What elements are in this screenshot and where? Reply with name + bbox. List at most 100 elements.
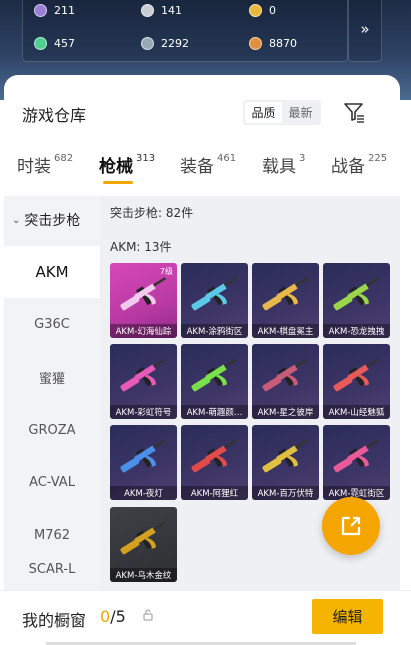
active-tab-indicator [103, 181, 133, 184]
purple-crystal-icon [34, 3, 47, 17]
rifle-icon [191, 358, 238, 392]
currency-value: 0 [269, 3, 276, 17]
weapon-skin-card[interactable]: AKM-阿狸红 [181, 425, 248, 500]
rifle-icon [120, 358, 167, 392]
tab-label: 枪械 [99, 157, 133, 177]
weapon-skin-card[interactable]: AKM-山经魅狐 [323, 344, 390, 419]
chevron-down-icon: ⌄ [12, 214, 21, 226]
currency-stat: 141 [141, 0, 182, 20]
weapon-skin-card[interactable]: AKM-乌木金纹 [110, 507, 177, 582]
rifle-icon [262, 439, 309, 473]
lock-icon [143, 609, 153, 621]
currency-stat: 0 [249, 0, 276, 20]
weapon-skin-card[interactable]: AKM-棋盘冕主 [252, 263, 319, 338]
level-badge: 7级 [159, 267, 173, 276]
category-tabs: 时装 682 枪械 313 装备 461 载具 3 战备 225 [0, 152, 411, 182]
weapon-skin-card[interactable]: AKM-星之彼岸 [252, 344, 319, 419]
rifle-icon [120, 439, 167, 473]
page-title: 游戏仓库 [22, 106, 87, 125]
currency-stat: 211 [34, 0, 75, 20]
app-root: { "top_stats": [ {"icon": "purple-crysta… [0, 0, 411, 645]
rifle-icon [120, 521, 167, 555]
tab-count: 682 [54, 153, 74, 164]
tab-label: 时装 [17, 157, 51, 177]
expand-currency-button[interactable]: » [348, 0, 382, 62]
tab-count: 3 [299, 153, 306, 164]
currency-value: 8870 [269, 36, 297, 50]
rifle-icon [262, 277, 309, 311]
sidebar-item-ac-val[interactable]: AC-VAL [4, 457, 100, 509]
sort-toggle: 品质 最新 [243, 100, 321, 125]
tab-vehicles[interactable]: 载具 3 [262, 152, 305, 177]
sidebar-item-g36c[interactable]: G36C [4, 299, 100, 351]
share-button[interactable] [322, 497, 380, 555]
gold-coin-icon [249, 3, 262, 17]
skin-name: AKM-星之彼岸 [252, 405, 319, 419]
skin-name: AKM-恐龙拽拽 [323, 324, 390, 338]
tab-label: 战备 [331, 157, 365, 177]
weapon-skin-card[interactable]: AKM-夜灯 [110, 425, 177, 500]
silver-coin-icon [141, 3, 154, 17]
group-count: AKM: 13件 [110, 240, 172, 254]
weapon-skin-card[interactable]: AKM-恐龙拽拽 [323, 263, 390, 338]
currency-value: 2292 [161, 36, 189, 50]
tab-count: 225 [368, 153, 388, 164]
sort-quality-option[interactable]: 品质 [245, 102, 282, 123]
filter-icon[interactable] [343, 101, 365, 123]
sidebar-category-label: 突击步枪 [24, 213, 81, 229]
showcase-count: 0/5 [100, 607, 126, 626]
skin-name: AKM-夜灯 [110, 486, 177, 500]
rifle-icon [262, 358, 309, 392]
category-count: 突击步枪: 82件 [110, 206, 194, 220]
skin-name: AKM-棋盘冕主 [252, 324, 319, 338]
skin-name: AKM-阿狸红 [181, 486, 248, 500]
bp-coin-icon [141, 36, 154, 50]
weapon-skin-card[interactable]: AKM-霓虹街区 [323, 425, 390, 500]
sidebar-item-m762[interactable]: M762 [4, 510, 100, 562]
share-export-icon [341, 516, 361, 536]
sidebar-item-scar-l[interactable]: SCAR-L [4, 562, 100, 576]
skin-name: AKM-涂鸦街区 [181, 324, 248, 338]
currency-value: 457 [54, 36, 75, 50]
rifle-icon [120, 277, 167, 311]
currency-value: 211 [54, 3, 75, 17]
currency-stat: 457 [34, 33, 75, 53]
uc-coin-icon [249, 36, 262, 50]
weapon-skin-card[interactable]: 7级 AKM-幻海仙踪 [110, 263, 177, 338]
sidebar-item-groza[interactable]: GROZA [4, 404, 100, 456]
sort-newest-option[interactable]: 最新 [282, 102, 319, 123]
green-gem-icon [34, 36, 47, 50]
tab-guns[interactable]: 枪械 313 [99, 152, 155, 177]
edit-button[interactable]: 编辑 [312, 599, 383, 634]
tab-label: 装备 [180, 157, 214, 177]
weapon-skin-card[interactable]: AKM-涂鸦街区 [181, 263, 248, 338]
skin-name: AKM-幻海仙踪 [110, 324, 177, 338]
tab-count: 461 [217, 153, 237, 164]
sidebar-item-akm[interactable]: AKM [4, 246, 100, 298]
weapon-skin-card[interactable]: AKM-萌趣颜… [181, 344, 248, 419]
currency-value: 141 [161, 3, 182, 17]
weapon-skin-card[interactable]: AKM-彩虹符号 [110, 344, 177, 419]
skin-name: AKM-乌木金纹 [110, 568, 177, 582]
skin-name: AKM-彩虹符号 [110, 405, 177, 419]
tab-label: 载具 [262, 157, 296, 177]
sidebar-category-assault-rifle[interactable]: ⌄ 突击步枪 [12, 210, 80, 230]
rifle-icon [333, 358, 380, 392]
showcase-title: 我的橱窗 [22, 611, 87, 630]
tab-count: 313 [136, 153, 156, 164]
showcase-total: /5 [110, 607, 126, 626]
skin-name: AKM-百万伏特 [252, 486, 319, 500]
rifle-icon [333, 439, 380, 473]
showcase-current: 0 [100, 607, 111, 626]
currency-stat: 8870 [249, 33, 297, 53]
sidebar-item--[interactable]: 蜜獾 [4, 351, 100, 403]
tab-supplies[interactable]: 战备 225 [331, 152, 387, 177]
rifle-icon [191, 439, 238, 473]
currency-stat: 2292 [141, 33, 189, 53]
tab-equipment[interactable]: 装备 461 [180, 152, 236, 177]
weapon-skin-card[interactable]: AKM-百万伏特 [252, 425, 319, 500]
skin-name: AKM-萌趣颜… [181, 405, 248, 419]
double-chevron-right-icon: » [360, 20, 370, 38]
tab-fashion[interactable]: 时装 682 [17, 152, 73, 177]
skin-name: AKM-山经魅狐 [323, 405, 390, 419]
